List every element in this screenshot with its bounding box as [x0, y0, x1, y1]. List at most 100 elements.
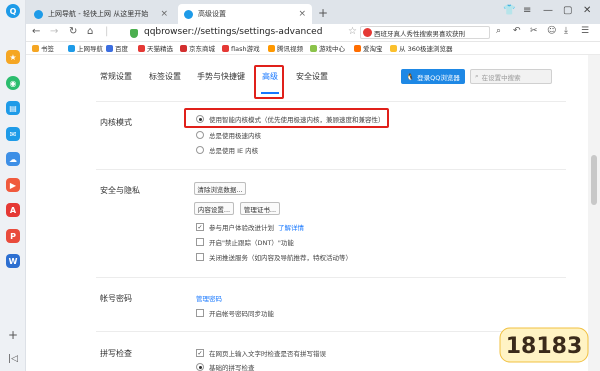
- settings-search[interactable]: ⌕ 在设置中搜索: [470, 69, 552, 84]
- wechat-icon[interactable]: ◉: [6, 76, 20, 90]
- video-icon[interactable]: ▶: [6, 178, 20, 192]
- checkbox[interactable]: ✓: [196, 349, 204, 357]
- search-input[interactable]: 西班牙真人秀性搜索男喜欢获刑: [374, 28, 465, 38]
- login-button[interactable]: 🐧 登录QQ浏览器: [401, 69, 465, 84]
- learn-more-link[interactable]: 了解详情: [278, 222, 304, 232]
- user-icon[interactable]: ☺: [547, 26, 556, 36]
- search-icon: ⌕: [475, 72, 479, 80]
- divider: [96, 169, 566, 170]
- section-title: 拼写检查: [100, 349, 132, 358]
- radio-button[interactable]: [196, 146, 204, 154]
- shirt-icon[interactable]: 👕: [503, 5, 515, 16]
- browser-logo-icon[interactable]: Q: [6, 4, 20, 18]
- bookmark-item[interactable]: 书签: [32, 43, 54, 53]
- tab-advanced-settings[interactable]: 高级设置 ×: [178, 4, 312, 24]
- bookmark-item[interactable]: 从 360极速浏览器: [390, 43, 452, 53]
- divider: [96, 277, 566, 278]
- gear-icon: [184, 9, 193, 19]
- kernel-option-smart[interactable]: 使用智能内核模式（优先使用极速内核，兼顾速度和兼容性）: [196, 114, 385, 124]
- star-icon: [32, 44, 39, 52]
- basic-spell-check-option[interactable]: 基础的拼写检查: [196, 362, 255, 371]
- menu-icon[interactable]: ≡: [523, 5, 531, 16]
- bookmark-item[interactable]: 上网导航: [68, 43, 103, 53]
- section-title: 安全与隐私: [100, 186, 140, 195]
- bookmarks-bar: 书签 上网导航 百度 天猫精选 京东商城 flash游戏 腾讯视频 游戏中心 爱…: [26, 42, 600, 55]
- paw-icon: [106, 44, 113, 52]
- docs-icon[interactable]: ▤: [6, 101, 20, 115]
- flash-icon: [222, 44, 229, 52]
- tab-general[interactable]: 常规设置: [100, 71, 132, 82]
- close-icon[interactable]: ×: [160, 9, 168, 19]
- download-icon[interactable]: ⤓: [564, 26, 568, 36]
- search-box[interactable]: 西班牙真人秀性搜索男喜欢获刑: [360, 26, 490, 39]
- shield-icon: [130, 29, 138, 38]
- checkbox[interactable]: ✓: [196, 223, 204, 231]
- bookmark-item[interactable]: 爱淘宝: [354, 43, 383, 53]
- scrollbar-thumb[interactable]: [591, 155, 597, 205]
- divider: [96, 331, 566, 332]
- clear-data-button[interactable]: 清除浏览数据...: [194, 182, 246, 195]
- chat-icon[interactable]: ✉: [6, 127, 20, 141]
- tab-label: 上网导航 - 轻快上网 从这里开始: [48, 10, 149, 18]
- back-icon[interactable]: ←: [32, 26, 40, 37]
- separator: |: [105, 26, 109, 37]
- star-icon[interactable]: ☆: [348, 26, 357, 37]
- settings-menu-icon[interactable]: ☰: [581, 26, 589, 36]
- bookmark-item[interactable]: 腾讯视频: [268, 43, 303, 53]
- checkbox[interactable]: [196, 309, 204, 317]
- password-sync-option[interactable]: 开启帐号密码同步功能: [196, 308, 274, 318]
- game-icon: [310, 44, 317, 52]
- favorites-icon[interactable]: ★: [6, 50, 20, 64]
- new-tab-button[interactable]: +: [318, 6, 328, 20]
- ux-program-option[interactable]: ✓ 参与用户体验改进计划 了解详情: [196, 222, 304, 232]
- checkbox[interactable]: [196, 238, 204, 246]
- tab-navigation[interactable]: 上网导航 - 轻快上网 从这里开始 ×: [28, 4, 174, 24]
- divider: [96, 101, 566, 102]
- manage-certificates-button[interactable]: 管理证书...: [240, 202, 280, 215]
- bookmark-item[interactable]: 游戏中心: [310, 43, 345, 53]
- maximize-icon[interactable]: ▢: [563, 5, 572, 16]
- bookmark-item[interactable]: 百度: [106, 43, 128, 53]
- checkbox[interactable]: [196, 253, 204, 261]
- manage-passwords-link[interactable]: 管理密码: [196, 293, 222, 303]
- add-icon[interactable]: +: [6, 328, 20, 342]
- undo-icon[interactable]: ↶: [513, 26, 521, 36]
- bookmark-item[interactable]: flash游戏: [222, 43, 260, 53]
- tab-security[interactable]: 安全设置: [296, 71, 328, 82]
- content-settings-button[interactable]: 内容设置...: [194, 202, 234, 215]
- push-service-option[interactable]: 关闭推送服务（如内容及导航推荐，特权活动等）: [196, 252, 352, 262]
- cut-icon[interactable]: ✂: [530, 26, 538, 36]
- jd-icon: [180, 44, 187, 52]
- close-icon[interactable]: ×: [298, 9, 306, 19]
- search-icon[interactable]: ⌕: [496, 26, 501, 36]
- kernel-option-ie[interactable]: 总是使用 IE 内核: [196, 145, 258, 155]
- pdf-icon[interactable]: A: [6, 203, 20, 217]
- url-field[interactable]: qqbrowser://settings/settings-advanced: [144, 27, 322, 37]
- highlight-box: [254, 65, 284, 99]
- refresh-icon[interactable]: ↻: [69, 26, 77, 37]
- section-title: 内核模式: [100, 118, 132, 127]
- forward-icon[interactable]: →: [50, 26, 58, 37]
- minimize-icon[interactable]: —: [543, 5, 553, 16]
- radio-button[interactable]: [196, 115, 204, 123]
- settings-search-input[interactable]: 在设置中搜索: [482, 72, 521, 82]
- office-icon[interactable]: P: [6, 229, 20, 243]
- watermark-logo: 18183: [499, 327, 589, 363]
- word-icon[interactable]: W: [6, 254, 20, 268]
- dnt-option[interactable]: 开启"禁止跟踪（DNT）"功能: [196, 237, 294, 247]
- tab-bar: 上网导航 - 轻快上网 从这里开始 × 高级设置 × + 👕 ≡ — ▢ ✕: [26, 0, 600, 24]
- bookmark-item[interactable]: 京东商城: [180, 43, 215, 53]
- close-window-icon[interactable]: ✕: [583, 5, 591, 16]
- radio-button[interactable]: [196, 131, 204, 139]
- radio-button[interactable]: [196, 363, 204, 371]
- bookmark-item[interactable]: 天猫精选: [138, 43, 173, 53]
- cloud-icon[interactable]: ☁: [6, 152, 20, 166]
- tab-tabs[interactable]: 标签设置: [149, 71, 181, 82]
- kernel-option-fast[interactable]: 总是使用极速内核: [196, 130, 261, 140]
- left-sidebar: Q ★ ◉ ▤ ✉ ☁ ▶ A P W + |◁: [0, 0, 26, 371]
- tab-gestures[interactable]: 手势与快捷键: [197, 71, 245, 82]
- home-icon[interactable]: ⌂: [87, 26, 93, 37]
- spell-check-option[interactable]: ✓ 在网页上输入文字时检查是否有拼写错误: [196, 348, 326, 358]
- collapse-icon[interactable]: |◁: [6, 352, 20, 366]
- taobao-icon: [354, 44, 361, 52]
